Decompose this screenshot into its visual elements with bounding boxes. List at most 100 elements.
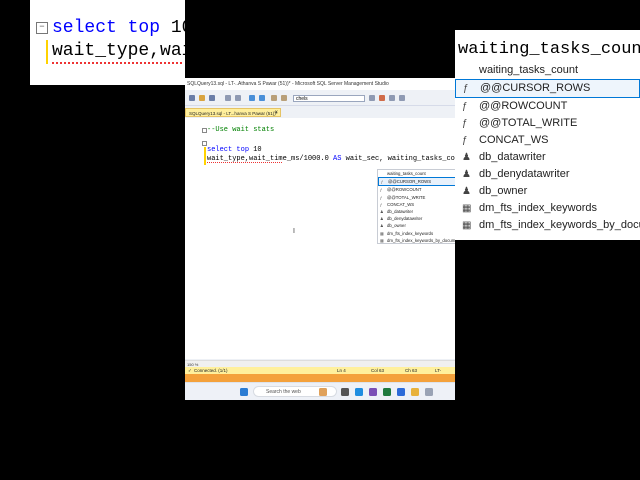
intellisense-popup: waiting_tasks_count ƒ @@CURSOR_ROWS ƒ @@RO… [377,169,455,244]
code-line-select: select top 10 [207,146,262,154]
outlook-icon[interactable] [397,388,405,396]
background-code-line-1: select top 10 [52,18,185,38]
database-select[interactable]: chels [293,95,365,102]
list-item: ♟ db_denydatawriter [462,168,570,180]
connection-status: Connected. (1/1) [194,368,228,373]
toolbar-extra-icon[interactable] [399,95,405,101]
connection-status-icon: ✓ [188,368,192,373]
char-number: Ch 63 [405,368,418,373]
function-icon: ƒ [462,135,468,146]
function-icon: ƒ [462,118,468,129]
keyword-select: select [207,146,233,154]
table-icon: ▦ [380,237,384,243]
tab-query[interactable]: SQLQuery13.sql - LT...hanva S Pawar (51)… [185,108,281,117]
list-item: ƒ CONCAT_WS [462,134,549,146]
suggestion-item[interactable]: ♟ db_datawriter [378,208,455,215]
change-marker [46,40,48,64]
list-item: ♟ db_datawriter [462,151,546,163]
function-icon: ƒ [462,101,468,112]
query-editor[interactable]: --Use wait stats select top 10 wait_type… [185,118,455,359]
suggestion-item[interactable]: ♟ db_owner [378,222,455,229]
user-icon: ♟ [462,186,471,197]
list-item: waiting_tasks_count [479,64,579,76]
background-code-line-2: wait_type,wait [52,41,185,61]
collapse-icon: − [36,22,48,34]
debug-icon[interactable] [259,95,265,101]
code-comment: --Use wait stats [207,126,275,134]
accent-bar [185,374,455,382]
background-zoom-right: waiting_tasks_count waiting_tasks_count … [455,0,640,480]
list-item: ♟ db_owner [462,185,528,197]
suggestion-item[interactable]: ƒ @@ROWCOUNT [378,186,455,193]
ssms-icon[interactable] [425,388,433,396]
window-title: SQLQuery13.sql - LT-..Athanva S Pawar (5… [185,78,455,90]
user-icon: ♟ [380,216,384,222]
toolbar: chels [185,92,455,106]
search-icon[interactable] [271,95,277,101]
tab-label: SQLQuery13.sql - LT...hanva S Pawar (51)… [189,111,278,116]
column-number: Col 63 [371,368,385,373]
user-icon: ♟ [462,169,471,180]
save-icon[interactable] [209,95,215,101]
taskbar: Search the web [185,382,455,400]
windows-start-icon[interactable] [240,388,248,396]
settings-icon[interactable] [389,95,395,101]
top-number: 10 [170,18,185,38]
function-icon: ƒ [380,187,383,193]
suggestion-item[interactable]: ▦ dm_fts_index_keywords [378,230,455,237]
suggestion-item[interactable]: ♟ db_denydatawriter [378,215,455,222]
zoom-level[interactable]: 150 % [185,360,455,367]
close-icon[interactable]: × [274,109,278,118]
background-zoom-left: − select top 10 wait_type,wait [0,0,185,480]
open-icon[interactable] [199,95,205,101]
filter-icon[interactable] [369,95,375,101]
function-icon: ƒ [380,201,383,207]
error-squiggle [52,60,182,64]
table-icon: ▦ [462,220,472,231]
task-view-icon[interactable] [341,388,349,396]
excel-icon[interactable] [383,388,391,396]
suggestion-item[interactable]: ƒ @@TOTAL_WRITE [378,194,455,201]
function-icon: ƒ [381,179,384,185]
execute-icon[interactable] [249,95,255,101]
redo-icon[interactable] [235,95,241,101]
suggestion-item[interactable]: ▦ dm_fts_index_keywords_by_docum [378,237,455,243]
table-icon: ▦ [462,203,472,214]
keyword-top: top [127,18,161,38]
keyword-select: select [52,18,117,38]
suggestion-item[interactable]: waiting_tasks_count [378,170,455,177]
change-marker [204,147,206,165]
user-icon: ♟ [462,152,471,163]
user-icon: ♟ [380,223,384,229]
new-query-icon[interactable] [189,95,195,101]
table-icon: ▦ [380,230,384,236]
top-number: 10 [253,146,262,154]
list-item: ▦ dm_fts_index_keywords_by_docum [462,219,640,231]
mouse-cursor-icon: I [293,228,295,235]
undo-icon[interactable] [225,95,231,101]
function-icon: ƒ [380,194,383,200]
tab-row: SQLQuery13.sql - LT...hanva S Pawar (51)… [185,107,455,117]
list-item: ƒ @@CURSOR_ROWS [455,79,640,98]
list-item: ▦ dm_fts_index_keywords [462,202,598,214]
keyword-top: top [236,146,250,154]
list-item: ƒ @@ROWCOUNT [462,100,568,112]
code-columns-b: wait_sec, waiting_tasks_count [341,155,455,163]
list-item: ƒ @@TOTAL_WRITE [462,117,578,129]
line-number: Ln 4 [337,368,346,373]
tool-icon[interactable] [281,95,287,101]
suggestion-item[interactable]: ƒ CONCAT_WS [378,201,455,208]
background-suggestion-list: waiting_tasks_count ƒ @@CURSOR_ROWS ƒ @@RO… [455,62,640,234]
file-explorer-icon[interactable] [411,388,419,396]
background-code-text: waiting_tasks_count [458,40,640,59]
status-bar: ✓ Connected. (1/1) Ln 4 Col 63 Ch 63 LT-… [185,367,455,380]
user-icon: ♟ [380,208,384,214]
widget-icon[interactable] [319,388,327,396]
ssms-window: SQLQuery13.sql - LT-..Athanva S Pawar (5… [185,78,455,400]
error-squiggle [207,161,282,163]
wrench-icon[interactable] [379,95,385,101]
edge-icon[interactable] [355,388,363,396]
function-icon: ƒ [463,83,469,94]
teams-icon[interactable] [369,388,377,396]
suggestion-item[interactable]: ƒ @@CURSOR_ROWS [378,177,455,187]
